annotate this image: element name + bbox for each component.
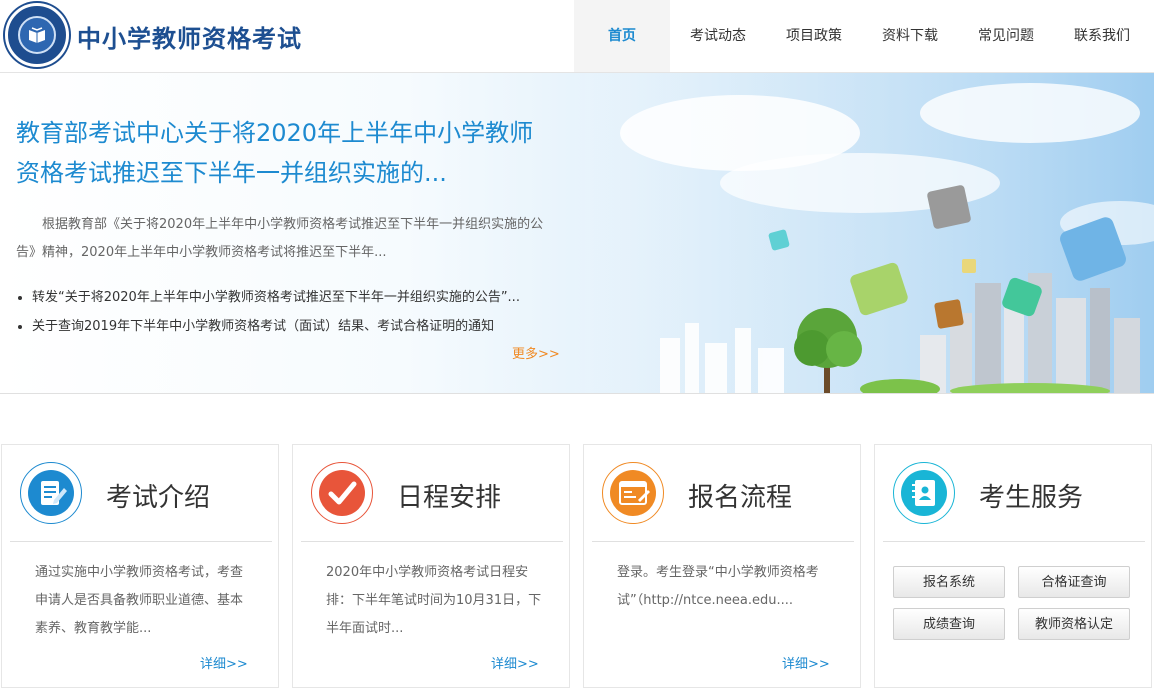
registration-form-icon	[602, 462, 664, 524]
card-exam-intro[interactable]: 考试介绍 通过实施中小学教师资格考试，考查申请人是否具备教师职业道德、基本素养、…	[1, 444, 279, 688]
bullet-icon	[18, 324, 22, 329]
main-nav: 首页 考试动态 项目政策 资料下载 常见问题 联系我们	[574, 0, 1150, 72]
registration-system-button[interactable]: 报名系统	[893, 566, 1005, 598]
card-title: 报名流程	[688, 483, 793, 513]
divider	[592, 541, 854, 542]
card-schedule[interactable]: 日程安排 2020年中小学教师资格考试日程安排：下半年笔试时间为10月31日，下…	[292, 444, 570, 688]
site-title[interactable]: 中小学教师资格考试	[77, 19, 302, 54]
site-header: 中小学教师资格考试 首页 考试动态 项目政策 资料下载 常见问题 联系我们	[0, 0, 1154, 73]
news-link-text: 关于查询2019年下半年中小学教师资格考试（面试）结果、考试合格证明的通知	[32, 319, 495, 334]
city-illustration	[560, 73, 1154, 393]
card-description: 通过实施中小学教师资格考试，考查申请人是否具备教师职业道德、基本素养、教育教学能…	[35, 565, 244, 636]
banner-news-list: 转发“关于将2020年上半年中小学教师资格考试推迟至下半年一并组织实施的公告”.…	[16, 283, 576, 341]
news-banner: 教育部考试中心关于将2020年上半年中小学教师资格考试推迟至下半年一并组织实施的…	[0, 73, 1154, 394]
contact-book-icon	[893, 462, 955, 524]
news-link-text: 转发“关于将2020年上半年中小学教师资格考试推迟至下半年一并组织实施的公告”.…	[32, 290, 520, 305]
teacher-certification-button[interactable]: 教师资格认定	[1018, 608, 1130, 640]
nav-item-exam-news[interactable]: 考试动态	[670, 0, 766, 72]
nav-item-faq[interactable]: 常见问题	[958, 0, 1054, 72]
nav-item-home[interactable]: 首页	[574, 0, 670, 72]
bullet-icon	[18, 295, 22, 300]
card-detail-link[interactable]: 详细>>	[782, 653, 830, 672]
divider	[883, 541, 1145, 542]
site-logo[interactable]	[5, 3, 69, 67]
card-candidate-services: 考生服务 报名系统 合格证查询 成绩查询 教师资格认定	[874, 444, 1152, 688]
banner-summary: 根据教育部《关于将2020年上半年中小学教师资格考试推迟至下半年一并组织实施的公…	[16, 217, 544, 260]
divider	[301, 541, 563, 542]
card-title: 考生服务	[979, 483, 1084, 513]
card-title: 考试介绍	[106, 483, 211, 513]
document-edit-icon	[20, 462, 82, 524]
news-link[interactable]: 转发“关于将2020年上半年中小学教师资格考试推迟至下半年一并组织实施的公告”.…	[16, 283, 576, 312]
checkmark-icon	[311, 462, 373, 524]
card-description: 登录。考生登录“中小学教师资格考试”（http://ntce.neea.edu.…	[617, 565, 819, 608]
feature-cards: 考试介绍 通过实施中小学教师资格考试，考查申请人是否具备教师职业道德、基本素养、…	[0, 444, 1154, 688]
news-link[interactable]: 关于查询2019年下半年中小学教师资格考试（面试）结果、考试合格证明的通知	[16, 312, 576, 341]
certificate-query-button[interactable]: 合格证查询	[1018, 566, 1130, 598]
book-icon	[29, 27, 45, 43]
nav-item-downloads[interactable]: 资料下载	[862, 0, 958, 72]
divider	[10, 541, 272, 542]
more-news-link[interactable]: 更多>>	[512, 343, 560, 362]
logo-emblem	[18, 16, 56, 54]
nav-item-policy[interactable]: 项目政策	[766, 0, 862, 72]
nav-item-contact[interactable]: 联系我们	[1054, 0, 1150, 72]
card-detail-link[interactable]: 详细>>	[491, 653, 539, 672]
card-detail-link[interactable]: 详细>>	[200, 653, 248, 672]
card-registration-process[interactable]: 报名流程 登录。考生登录“中小学教师资格考试”（http://ntce.neea…	[583, 444, 861, 688]
banner-headline[interactable]: 教育部考试中心关于将2020年上半年中小学教师资格考试推迟至下半年一并组织实施的…	[16, 113, 556, 193]
card-title: 日程安排	[397, 483, 502, 513]
card-description: 2020年中小学教师资格考试日程安排：下半年笔试时间为10月31日，下半年面试时…	[326, 565, 542, 636]
score-query-button[interactable]: 成绩查询	[893, 608, 1005, 640]
